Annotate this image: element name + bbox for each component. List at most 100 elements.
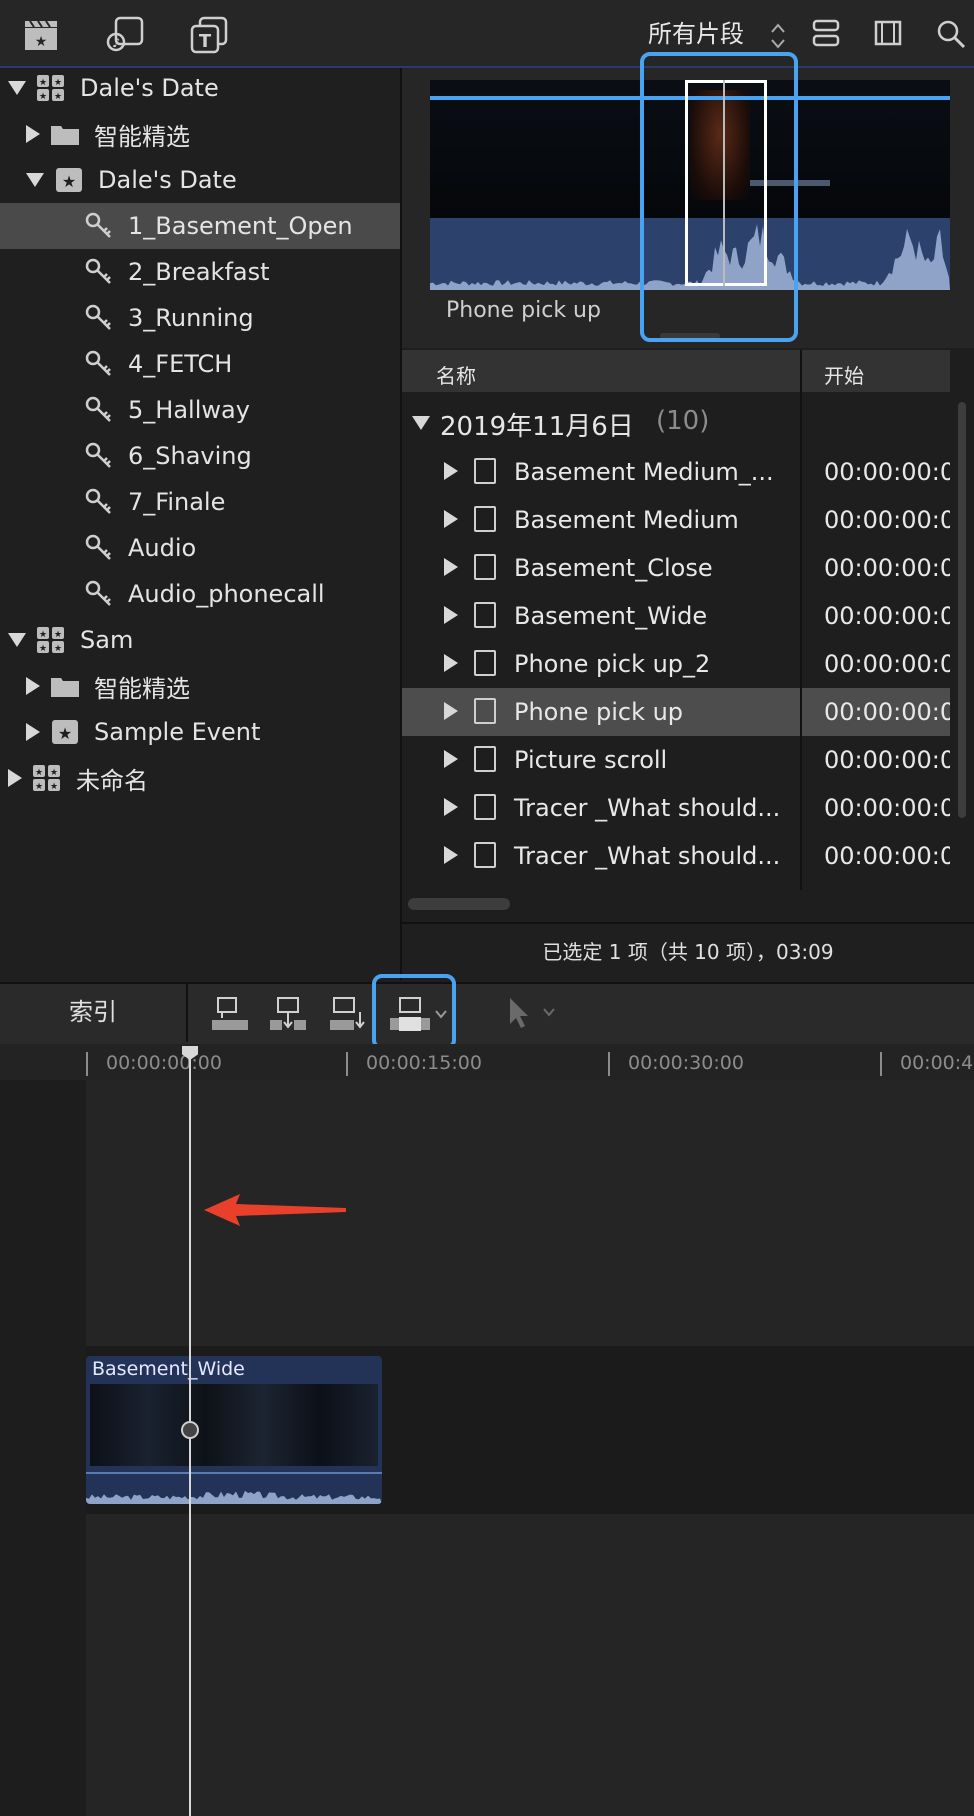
ruler-tick — [880, 1052, 882, 1076]
svg-text:★: ★ — [35, 34, 48, 50]
svg-text:★: ★ — [58, 724, 72, 743]
disclosure-closed-icon[interactable] — [26, 125, 40, 143]
connect-clip-icon[interactable] — [212, 996, 248, 1032]
filmstrip-view-icon[interactable] — [872, 16, 904, 54]
clip-start: 00:00:00:00 — [824, 698, 950, 726]
svg-text:T: T — [199, 31, 212, 52]
library-item[interactable]: 4_FETCH — [0, 341, 400, 387]
clip-name: Tracer _What should... — [514, 842, 781, 870]
clip-row[interactable]: Phone pick up_2 00:00:00:00 — [402, 640, 950, 688]
disclosure-closed-icon[interactable] — [444, 510, 458, 528]
list-vertical-scrollbar[interactable] — [958, 402, 966, 818]
clips-filter-popup[interactable]: 所有片段 — [648, 14, 744, 49]
film-clip-icon — [474, 746, 496, 772]
group-count: (10) — [656, 406, 710, 436]
film-clip-icon — [474, 602, 496, 628]
library-item[interactable]: ★ ★ ★ ★ 未命名 — [0, 755, 400, 801]
svg-text:★: ★ — [39, 644, 47, 654]
disclosure-closed-icon[interactable] — [8, 769, 22, 787]
disclosure-closed-icon[interactable] — [26, 723, 40, 741]
svg-text:★: ★ — [35, 782, 43, 792]
music-notes-icon[interactable]: ♪ — [106, 16, 144, 54]
disclosure-open-icon[interactable] — [8, 633, 26, 647]
library-item[interactable]: 1_Basement_Open — [0, 203, 400, 249]
library-item[interactable]: Audio_phonecall — [0, 571, 400, 617]
timeline-gutter — [0, 1080, 86, 1816]
ruler-tick — [86, 1052, 88, 1076]
clip-row[interactable]: Tracer _What should... 00:00:00:00 — [402, 832, 950, 880]
library-item-label: Dale's Date — [98, 166, 237, 194]
library-item[interactable]: 5_Hallway — [0, 387, 400, 433]
column-name-header[interactable]: 名称 — [436, 360, 476, 389]
column-divider[interactable] — [800, 350, 802, 890]
disclosure-closed-icon[interactable] — [444, 558, 458, 576]
clip-name: Picture scroll — [514, 746, 668, 774]
library-item[interactable]: 7_Finale — [0, 479, 400, 525]
library-item-label: 智能精选 — [94, 674, 190, 703]
library-item[interactable]: 智能精选 — [0, 111, 400, 157]
library-item[interactable]: 2_Breakfast — [0, 249, 400, 295]
insert-clip-icon[interactable] — [270, 996, 306, 1032]
library-item-label: 4_FETCH — [128, 350, 233, 378]
list-horizontal-scrollbar[interactable] — [408, 898, 510, 910]
clapboard-star-icon[interactable]: ★ — [22, 16, 60, 54]
library-item[interactable]: 6_Shaving — [0, 433, 400, 479]
clip-name: Basement_Close — [514, 554, 713, 582]
event-group-row[interactable]: 2019年11月6日 (10) — [402, 400, 950, 444]
library-item-label: 3_Running — [128, 304, 254, 332]
column-start-header[interactable]: 开始 — [824, 360, 864, 389]
film-clip-icon — [474, 458, 496, 484]
clip-row[interactable]: Picture scroll 00:00:00:00 — [402, 736, 950, 784]
tool-chevron-down-icon[interactable] — [542, 1006, 556, 1018]
clip-row[interactable]: Basement_Close 00:00:00:00 — [402, 544, 950, 592]
clip-start: 00:00:00:00 — [824, 794, 950, 822]
library-item[interactable]: ★ Sample Event — [0, 709, 400, 755]
timeline-clip-name: Basement_Wide — [92, 1358, 245, 1380]
film-clip-icon — [474, 554, 496, 580]
disclosure-closed-icon[interactable] — [26, 677, 40, 695]
keyword-key-icon — [85, 580, 111, 606]
library-item-label: 2_Breakfast — [128, 258, 270, 286]
svg-text:★: ★ — [54, 630, 62, 640]
disclosure-closed-icon[interactable] — [444, 798, 458, 816]
disclosure-closed-icon[interactable] — [444, 462, 458, 480]
list-view-icon[interactable] — [810, 16, 842, 54]
disclosure-closed-icon[interactable] — [444, 654, 458, 672]
library-item[interactable]: ★ ★ ★ ★ Sam — [0, 617, 400, 663]
disclosure-open-icon[interactable] — [26, 173, 44, 187]
library-item[interactable]: 3_Running — [0, 295, 400, 341]
index-button[interactable]: 索引 — [0, 982, 188, 1042]
library-item[interactable]: Audio — [0, 525, 400, 571]
disclosure-closed-icon[interactable] — [444, 606, 458, 624]
library-item[interactable]: ★ Dale's Date — [0, 157, 400, 203]
skimmer-dot — [181, 1421, 199, 1439]
filmstrip-clip-name: Phone pick up — [446, 298, 601, 323]
clip-name: Basement Medium — [514, 506, 739, 534]
disclosure-closed-icon[interactable] — [444, 702, 458, 720]
select-arrow-icon[interactable] — [506, 996, 534, 1030]
clip-start: 00:00:00:00 — [824, 746, 950, 774]
clip-name: Phone pick up_2 — [514, 650, 711, 678]
library-item-label: 6_Shaving — [128, 442, 252, 470]
library-item[interactable]: ★ ★ ★ ★ Dale's Date — [0, 65, 400, 111]
keyword-key-icon — [85, 488, 111, 514]
expand-triangle-icon[interactable] — [412, 416, 430, 430]
clip-row[interactable]: Tracer _What should... 00:00:00:00 — [402, 784, 950, 832]
clip-name: Basement Medium_... — [514, 458, 774, 486]
append-clip-icon[interactable] — [330, 996, 366, 1032]
titles-icon[interactable]: T — [190, 16, 228, 54]
clip-row[interactable]: Basement Medium 00:00:00:00 — [402, 496, 950, 544]
film-clip-icon — [474, 842, 496, 868]
disclosure-closed-icon[interactable] — [444, 750, 458, 768]
disclosure-open-icon[interactable] — [8, 81, 26, 95]
svg-text:★: ★ — [50, 782, 58, 792]
library-item[interactable]: 智能精选 — [0, 663, 400, 709]
search-icon[interactable] — [934, 16, 968, 54]
clip-row[interactable]: Phone pick up 00:00:00:00 — [402, 688, 950, 736]
clip-name: Phone pick up — [514, 698, 684, 726]
list-header: 名称 开始 — [402, 350, 950, 392]
clip-row[interactable]: Basement_Wide 00:00:00:00 — [402, 592, 950, 640]
clip-row[interactable]: Basement Medium_... 00:00:00:00 — [402, 448, 950, 496]
chevron-updown-icon[interactable] — [770, 22, 786, 50]
disclosure-closed-icon[interactable] — [444, 846, 458, 864]
